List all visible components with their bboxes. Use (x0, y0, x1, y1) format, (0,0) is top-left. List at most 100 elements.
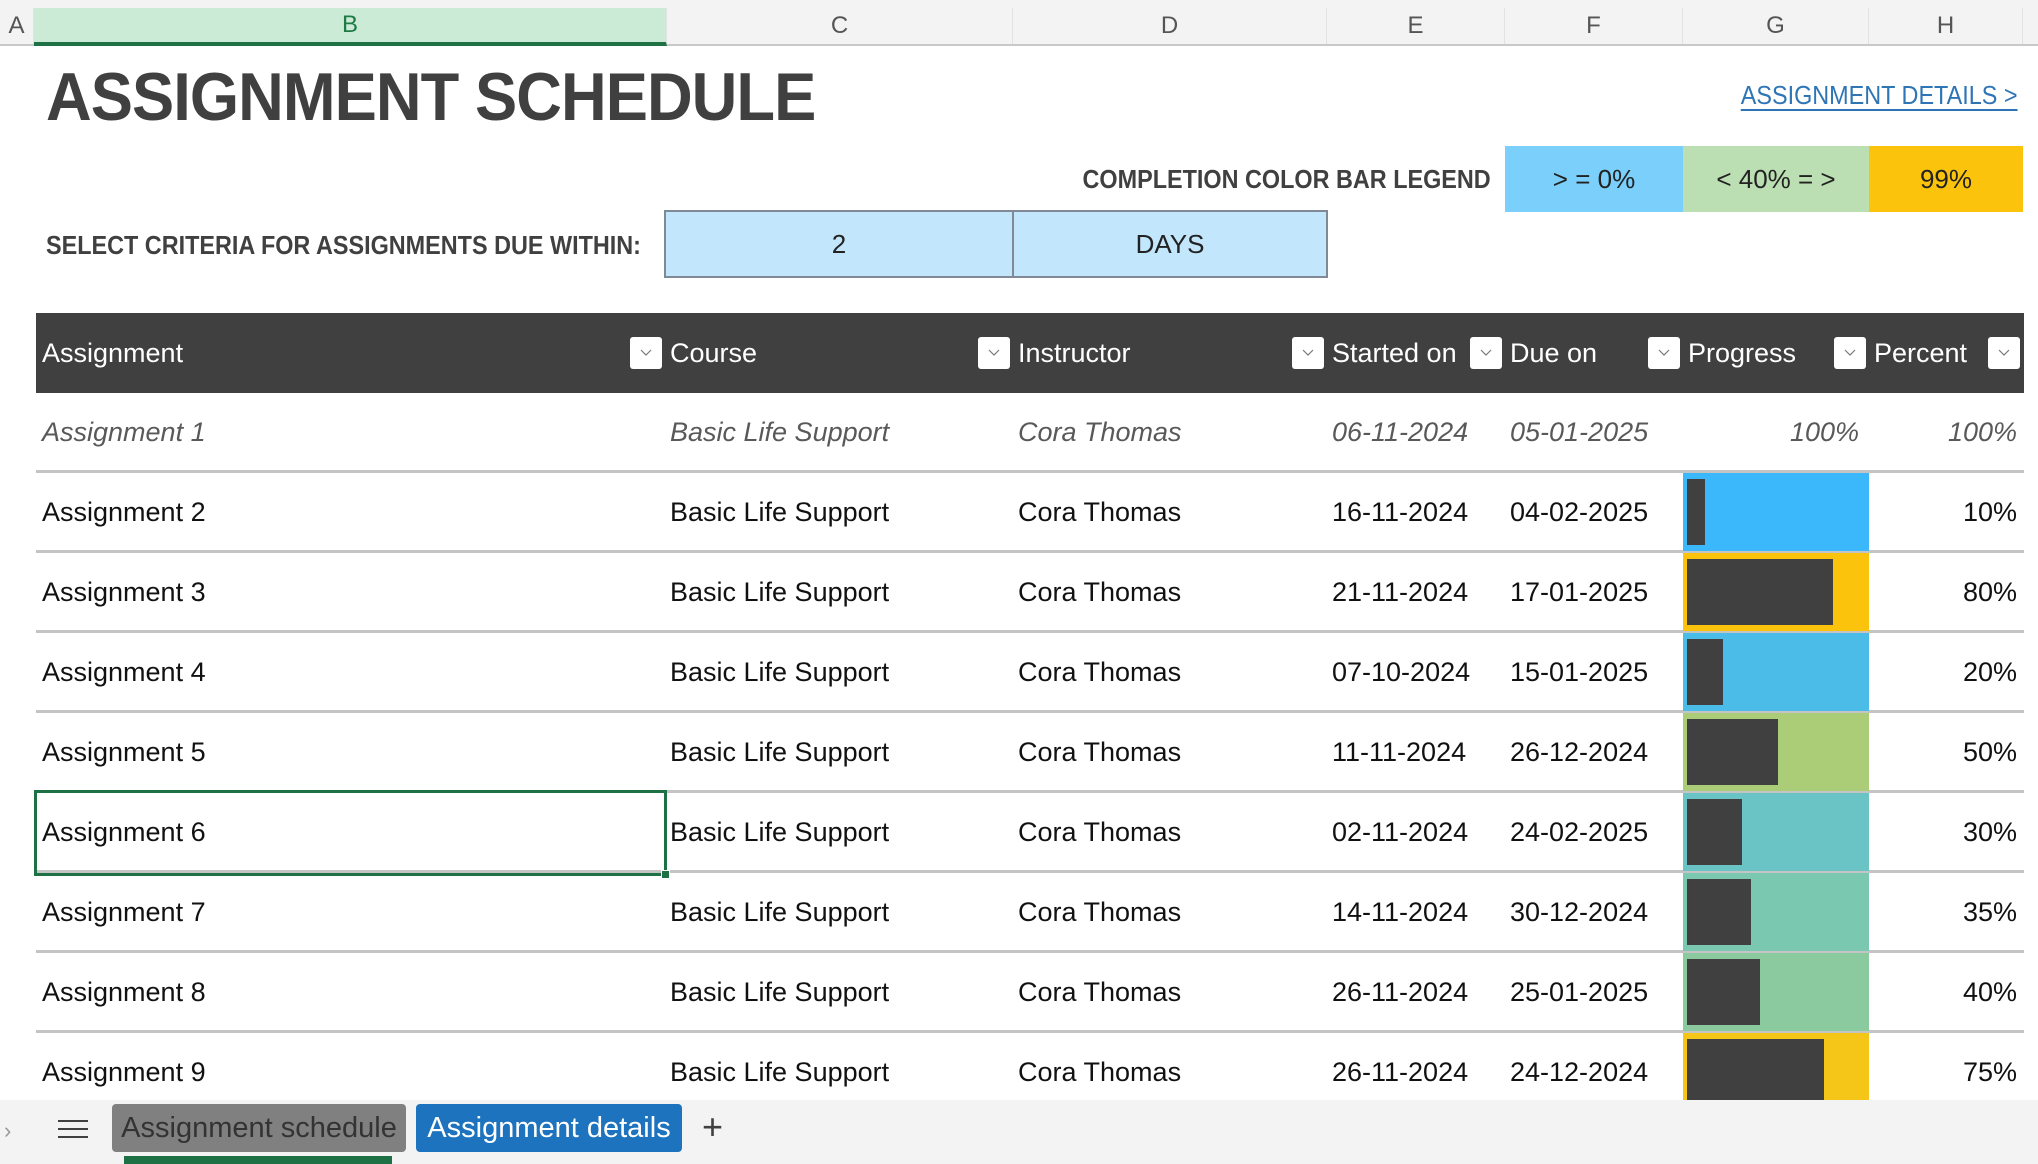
chevron-down-icon (988, 349, 1000, 356)
sheet-tab-assignment-details[interactable]: Assignment details (416, 1104, 682, 1152)
cell-started-on[interactable]: 21-11-2024 (1332, 553, 1468, 631)
header-instructor: Instructor (1018, 337, 1131, 368)
progress-bar (1683, 473, 1869, 551)
table-row[interactable]: Assignment 2 Basic Life Support Cora Thoma… (36, 473, 2024, 553)
cell-course[interactable]: Basic Life Support (670, 873, 889, 951)
filter-instructor-button[interactable] (1292, 337, 1324, 369)
column-header-c[interactable]: C (667, 8, 1013, 44)
sheet-tab-bar: › Assignment schedule Assignment details… (0, 1100, 2038, 1164)
cell-course[interactable]: Basic Life Support (670, 393, 889, 471)
cell-due-on[interactable]: 15-01-2025 (1510, 633, 1648, 711)
cell-progress[interactable]: 100% (1683, 393, 1859, 471)
table-row[interactable]: Assignment 7 Basic Life Support Cora Thoma… (36, 873, 2024, 953)
table-row[interactable]: Assignment 5 Basic Life Support Cora Thoma… (36, 713, 2024, 793)
column-header-f[interactable]: F (1505, 8, 1683, 44)
cell-due-on[interactable]: 24-02-2025 (1510, 793, 1648, 871)
progress-bar-fill (1687, 559, 1833, 625)
cell-course[interactable]: Basic Life Support (670, 553, 889, 631)
progress-bar (1683, 953, 1869, 1031)
progress-bar (1683, 873, 1869, 951)
cell-started-on[interactable]: 07-10-2024 (1332, 633, 1470, 711)
progress-bar (1683, 793, 1869, 871)
chevron-down-icon (1302, 349, 1314, 356)
column-header-bar: A B C D E F G H (0, 0, 2038, 46)
filter-due-button[interactable] (1648, 337, 1680, 369)
header-started-on: Started on (1332, 337, 1457, 368)
sheet-tab-assignment-schedule[interactable]: Assignment schedule (112, 1104, 406, 1152)
cell-started-on[interactable]: 14-11-2024 (1332, 873, 1468, 951)
progress-bar-fill (1687, 1039, 1824, 1105)
cell-assignment[interactable]: Assignment 5 (42, 713, 206, 791)
table-row[interactable]: Assignment 8 Basic Life Support Cora Thoma… (36, 953, 2024, 1033)
column-header-e[interactable]: E (1327, 8, 1505, 44)
filter-assignment-button[interactable] (630, 337, 662, 369)
column-header-a[interactable]: A (0, 8, 34, 44)
cell-assignment[interactable]: Assignment 1 (42, 393, 206, 471)
cell-instructor[interactable]: Cora Thomas (1018, 793, 1181, 871)
cell-assignment[interactable]: Assignment 2 (42, 473, 206, 551)
cell-instructor[interactable]: Cora Thomas (1018, 633, 1181, 711)
filter-percent-button[interactable] (1988, 337, 2020, 369)
cell-due-on[interactable]: 26-12-2024 (1510, 713, 1648, 791)
cell-instructor[interactable]: Cora Thomas (1018, 873, 1181, 951)
cell-course[interactable]: Basic Life Support (670, 713, 889, 791)
cell-percent[interactable]: 35% (1869, 873, 2017, 951)
cell-percent[interactable]: 40% (1869, 953, 2017, 1031)
cell-course[interactable]: Basic Life Support (670, 473, 889, 551)
add-sheet-icon[interactable]: + (702, 1106, 723, 1148)
cell-percent[interactable]: 20% (1869, 633, 2017, 711)
cell-started-on[interactable]: 06-11-2024 (1332, 393, 1468, 471)
cell-due-on[interactable]: 30-12-2024 (1510, 873, 1648, 951)
cell-started-on[interactable]: 02-11-2024 (1332, 793, 1468, 871)
table-row[interactable]: Assignment 1 Basic Life Support Cora Thoma… (36, 393, 2024, 473)
filter-progress-button[interactable] (1834, 337, 1866, 369)
progress-bar (1683, 713, 1869, 791)
cell-percent[interactable]: 30% (1869, 793, 2017, 871)
cell-percent[interactable]: 100% (1869, 393, 2017, 471)
cell-assignment[interactable]: Assignment 3 (42, 553, 206, 631)
progress-bar (1683, 553, 1869, 631)
cell-course[interactable]: Basic Life Support (670, 953, 889, 1031)
cell-started-on[interactable]: 11-11-2024 (1332, 713, 1466, 791)
assignment-details-link[interactable]: ASSIGNMENT DETAILS > (1741, 80, 2018, 111)
criteria-unit-cell[interactable]: DAYS (1012, 210, 1328, 278)
cell-instructor[interactable]: Cora Thomas (1018, 553, 1181, 631)
scroll-tabs-icon[interactable]: › (4, 1118, 11, 1144)
cell-instructor[interactable]: Cora Thomas (1018, 393, 1182, 471)
column-header-d[interactable]: D (1013, 8, 1327, 44)
cell-instructor[interactable]: Cora Thomas (1018, 473, 1181, 551)
table-row[interactable]: Assignment 3 Basic Life Support Cora Thoma… (36, 553, 2024, 633)
cell-percent[interactable]: 50% (1869, 713, 2017, 791)
column-header-h[interactable]: H (1869, 8, 2023, 44)
cell-assignment[interactable]: Assignment 8 (42, 953, 206, 1031)
column-header-g[interactable]: G (1683, 8, 1869, 44)
cell-assignment[interactable]: Assignment 7 (42, 873, 206, 951)
sheet-list-menu-icon[interactable] (58, 1114, 88, 1144)
chevron-down-icon (1480, 349, 1492, 356)
criteria-days-input[interactable]: 2 (664, 210, 1014, 278)
cell-assignment[interactable]: Assignment 6 (42, 793, 206, 871)
cell-started-on[interactable]: 26-11-2024 (1332, 953, 1468, 1031)
cell-due-on[interactable]: 04-02-2025 (1510, 473, 1648, 551)
legend-swatch-high: 99% (1869, 146, 2023, 212)
cell-due-on[interactable]: 05-01-2025 (1510, 393, 1648, 471)
cell-due-on[interactable]: 17-01-2025 (1510, 553, 1648, 631)
progress-bar-fill (1687, 719, 1778, 785)
cell-due-on[interactable]: 25-01-2025 (1510, 953, 1648, 1031)
cell-started-on[interactable]: 16-11-2024 (1332, 473, 1468, 551)
cell-percent[interactable]: 80% (1869, 553, 2017, 631)
table-row[interactable]: Assignment 6 Basic Life Support Cora Thoma… (36, 793, 2024, 873)
filter-started-button[interactable] (1470, 337, 1502, 369)
filter-course-button[interactable] (978, 337, 1010, 369)
table-row[interactable]: Assignment 4 Basic Life Support Cora Thoma… (36, 633, 2024, 713)
cell-percent[interactable]: 10% (1869, 473, 2017, 551)
cell-course[interactable]: Basic Life Support (670, 633, 889, 711)
table-header: Assignment Course Instructor Started on … (36, 313, 2024, 393)
progress-bar-fill (1687, 959, 1760, 1025)
column-header-b[interactable]: B (34, 8, 667, 46)
cell-assignment[interactable]: Assignment 4 (42, 633, 206, 711)
cell-instructor[interactable]: Cora Thomas (1018, 713, 1181, 791)
legend-label: COMPLETION COLOR BAR LEGEND (1082, 164, 1491, 194)
cell-course[interactable]: Basic Life Support (670, 793, 889, 871)
cell-instructor[interactable]: Cora Thomas (1018, 953, 1181, 1031)
